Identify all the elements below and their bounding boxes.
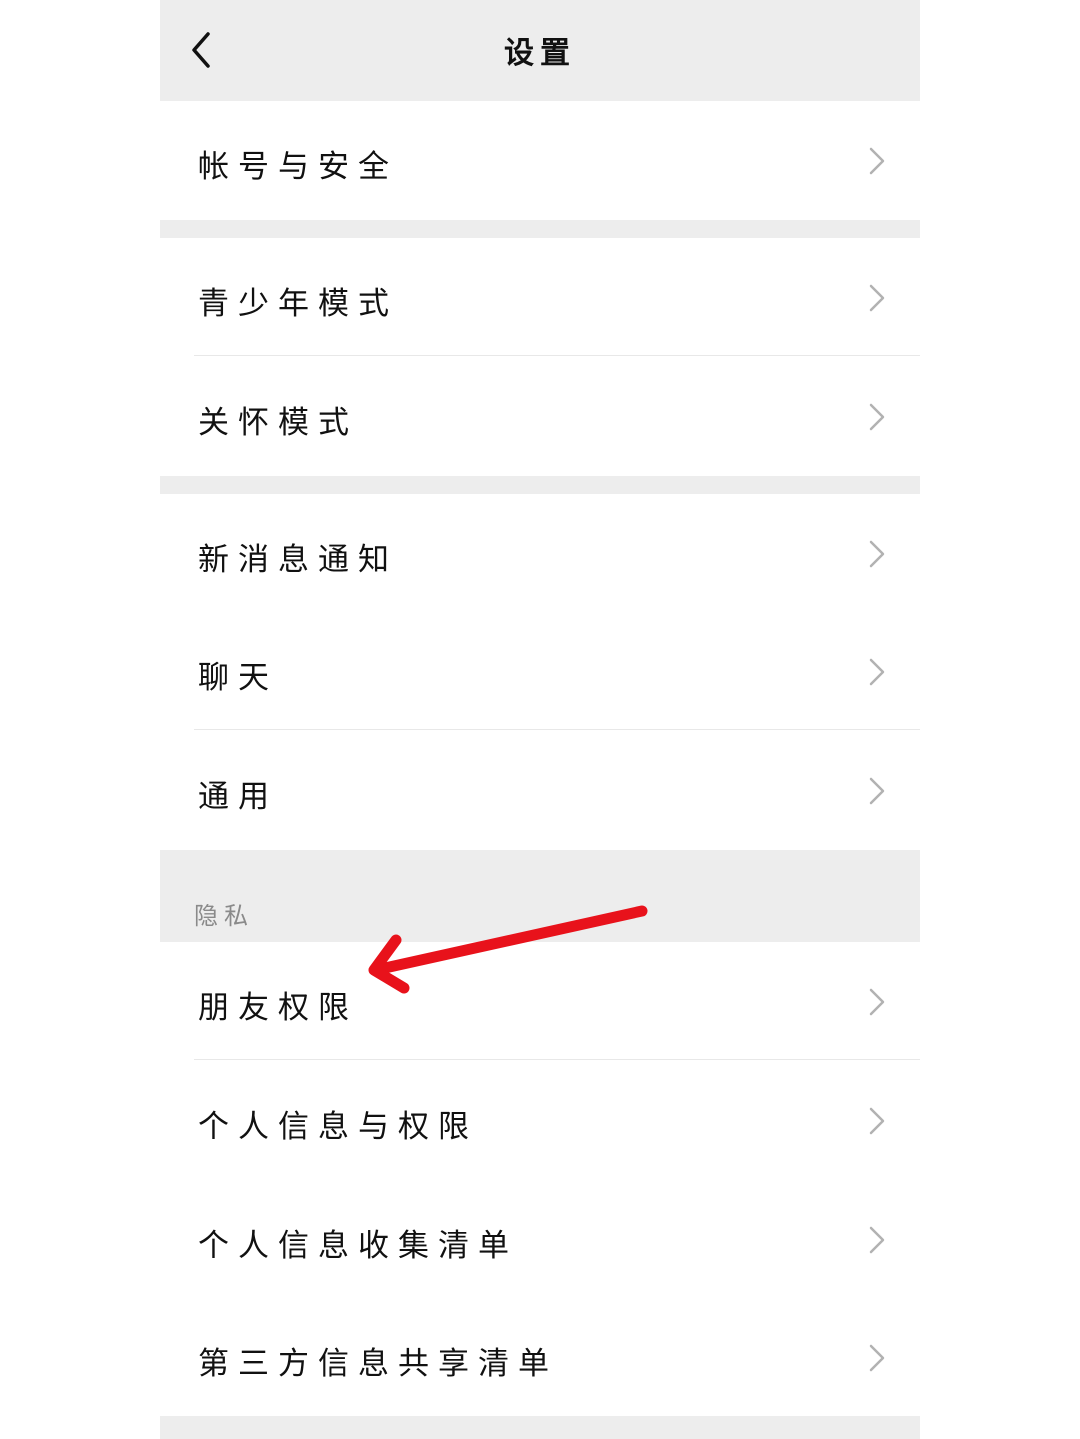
settings-item-label: 关怀模式 [198,405,358,441]
chevron-right-icon [869,1107,885,1135]
row-divider [194,729,920,730]
settings-item-third-party-sharing[interactable]: 第三方信息共享清单 [160,1298,920,1416]
row-divider [194,1059,920,1060]
section-header [160,850,920,942]
settings-item-label: 帐号与安全 [198,149,398,185]
chevron-right-icon [869,1226,885,1254]
chevron-right-icon [869,777,885,805]
settings-item-label: 通用 [198,779,278,815]
chevron-right-icon [869,284,885,312]
chevron-right-icon [869,540,885,568]
chevron-right-icon [869,658,885,686]
page-title: 设置 [504,36,576,71]
settings-item-personal-info-collection[interactable]: 个人信息收集清单 [160,1180,920,1298]
row-divider [194,355,920,356]
settings-item-general[interactable]: 通用 [160,731,920,849]
settings-item-teen-mode[interactable]: 青少年模式 [160,238,920,356]
settings-item-account-security[interactable]: 帐号与安全 [160,101,920,219]
settings-item-friend-permissions[interactable]: 朋友权限 [160,942,920,1060]
chevron-right-icon [869,988,885,1016]
chevron-right-icon [869,147,885,175]
settings-item-label: 第三方信息共享清单 [198,1346,558,1382]
nav-bar: 设置 [160,0,920,101]
settings-item-label: 青少年模式 [198,286,398,322]
settings-item-label: 个人信息与权限 [198,1109,478,1145]
chevron-right-icon [869,403,885,431]
group-separator [160,220,920,238]
settings-item-care-mode[interactable]: 关怀模式 [160,357,920,475]
section-title-privacy: 隐私 [194,902,254,930]
settings-item-chat[interactable]: 聊天 [160,612,920,730]
group-separator [160,476,920,494]
settings-item-label: 新消息通知 [198,542,398,578]
group-separator [160,1416,920,1439]
settings-item-notifications[interactable]: 新消息通知 [160,494,920,612]
settings-screen: 设置 帐号与安全 青少年模式 关怀模式 新消息通知 聊天 通用 隐私 朋友权限 [160,0,920,1439]
chevron-right-icon [869,1344,885,1372]
settings-item-label: 聊天 [198,660,278,696]
settings-item-personal-info-permissions[interactable]: 个人信息与权限 [160,1061,920,1179]
settings-item-label: 朋友权限 [198,990,358,1026]
settings-item-label: 个人信息收集清单 [198,1228,518,1264]
